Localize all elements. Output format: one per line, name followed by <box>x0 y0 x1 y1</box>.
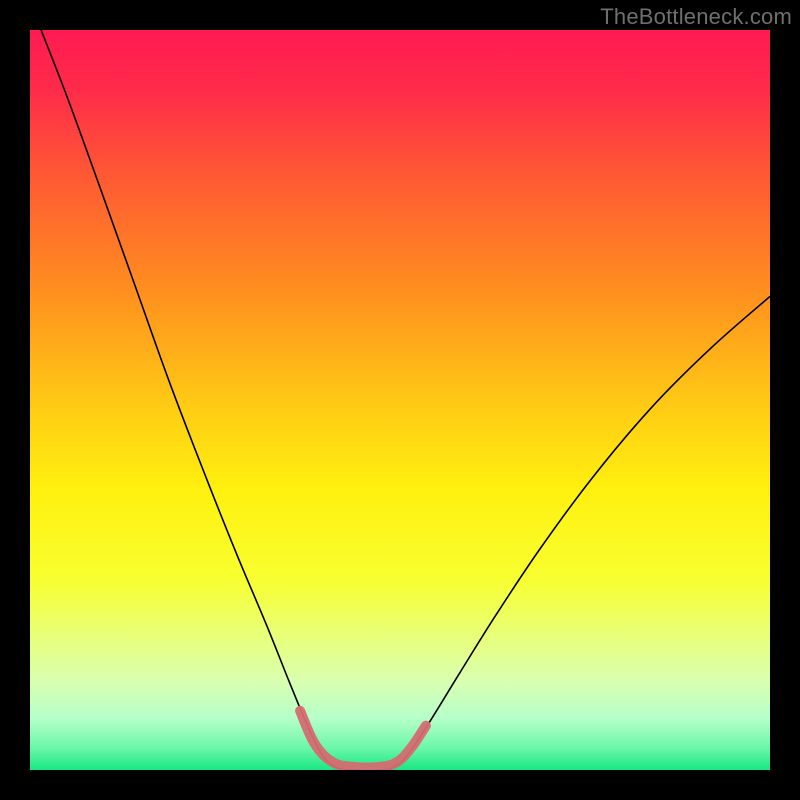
watermark-text: TheBottleneck.com <box>600 4 792 30</box>
chart-frame: TheBottleneck.com <box>0 0 800 800</box>
plot-area <box>30 30 770 770</box>
chart-svg <box>30 30 770 770</box>
